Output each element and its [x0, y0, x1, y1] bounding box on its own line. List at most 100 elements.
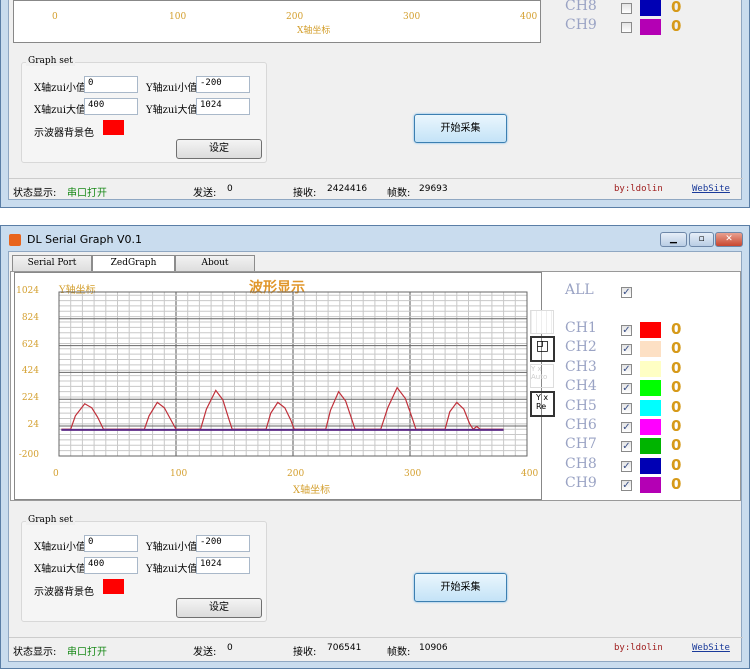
graph-set-legend: Graph set: [26, 515, 75, 525]
top-x-tick-label: 300: [403, 12, 421, 22]
minimize-button[interactable]: ▁: [660, 232, 687, 247]
status-value: 串口打开: [67, 188, 107, 199]
send-label: 发送:: [193, 647, 217, 658]
tab-serial-port[interactable]: Serial Port: [12, 255, 92, 271]
graph-set-legend: Graph set: [26, 56, 75, 66]
channel-checkbox[interactable]: ✓: [621, 441, 632, 453]
app-icon: [9, 234, 21, 246]
y-min-input[interactable]: -200: [196, 535, 250, 552]
channel-color-swatch[interactable]: [640, 322, 661, 338]
channel-label-ch2: CH2: [565, 339, 597, 356]
y-tick-label: 24: [27, 419, 39, 430]
y-max-label: Y轴zui大值: [146, 105, 198, 116]
close-button[interactable]: ✕: [715, 232, 743, 247]
channel-color-swatch[interactable]: [640, 399, 661, 416]
graph-set-group: Graph set X轴zui小值 0 Y轴zui小值 -200 X轴zui大值…: [21, 56, 267, 163]
grid-toggle-icon[interactable]: [530, 310, 554, 334]
channel-color-swatch[interactable]: [640, 419, 661, 435]
channel-label-ch1: CH1: [565, 320, 597, 336]
channel-color-swatch[interactable]: [640, 438, 661, 455]
y-tick-label: 424: [21, 366, 39, 377]
frames-label: 帧数:: [387, 647, 411, 658]
recv-count: 706541: [327, 643, 362, 653]
recv-count: 2424416: [327, 184, 368, 194]
channel-checkbox[interactable]: ✓: [621, 460, 632, 472]
x-tick-label: 400: [521, 469, 539, 479]
channel-checkbox[interactable]: ✓: [621, 325, 632, 336]
plot-area: [58, 291, 528, 457]
all-checkbox[interactable]: ✓: [621, 287, 632, 298]
set-button[interactable]: 设定: [176, 598, 262, 618]
send-label: 发送:: [193, 188, 217, 199]
channel-value: 0: [671, 358, 682, 377]
zoom-icon[interactable]: ◰: [530, 336, 555, 362]
channel-value: 0: [671, 475, 682, 494]
start-capture-button[interactable]: 开始采集: [414, 114, 507, 143]
reset-icon[interactable]: Y x Re: [530, 391, 555, 417]
channel-value: 0: [671, 17, 682, 36]
channel-value: 0: [671, 320, 682, 338]
channel-checkbox[interactable]: ✓: [621, 402, 632, 414]
top-x-tick-label: 200: [286, 12, 304, 22]
auto-scale-icon[interactable]: Y x Auto: [530, 364, 554, 388]
y-max-label: Y轴zui大值: [146, 564, 198, 575]
x-max-input[interactable]: 400: [84, 98, 138, 115]
x-min-label: X轴zui小值: [34, 83, 87, 94]
channel-label-ch9: CH9: [565, 17, 597, 34]
channel-color-swatch[interactable]: [640, 0, 661, 16]
channel-checkbox[interactable]: ✓: [621, 383, 632, 395]
channel-label-ch3: CH3: [565, 358, 597, 375]
maximize-button[interactable]: ▫: [689, 232, 714, 247]
channel-checkbox[interactable]: ✓: [621, 422, 632, 433]
status-bar: 状态显示: 串口打开 发送: 0 接收: 2424416 帧数: 29693 b…: [9, 178, 743, 200]
channel-color-swatch[interactable]: [640, 360, 661, 377]
channel-color-swatch[interactable]: [640, 477, 661, 494]
recv-label: 接收:: [293, 188, 317, 199]
channel-color-swatch[interactable]: [640, 341, 661, 358]
channel-value: 0: [671, 436, 682, 455]
website-link[interactable]: WebSite: [692, 643, 730, 653]
y-max-input[interactable]: 1024: [196, 98, 250, 115]
x-max-label: X轴zui大值: [34, 564, 87, 575]
channel-checkbox[interactable]: ✓: [621, 480, 632, 492]
channel-value: 0: [671, 339, 682, 358]
x-tick-label: 0: [53, 469, 59, 479]
website-link[interactable]: WebSite: [692, 184, 730, 194]
y-max-input[interactable]: 1024: [196, 557, 250, 574]
channel-color-swatch[interactable]: [640, 380, 661, 397]
channel-checkbox[interactable]: ✓: [621, 363, 632, 375]
status-label: 状态显示:: [13, 188, 57, 199]
channel-color-swatch[interactable]: [640, 19, 661, 36]
bg-color-swatch[interactable]: [103, 579, 124, 594]
y-tick-label: -200: [18, 450, 39, 460]
x-max-label: X轴zui大值: [34, 105, 87, 116]
author-label: by:ldolin: [614, 643, 663, 653]
channel-checkbox[interactable]: [621, 3, 632, 14]
channel-checkbox[interactable]: [621, 22, 632, 34]
channel-color-swatch[interactable]: [640, 457, 661, 474]
channel-value: 0: [671, 397, 682, 416]
channel-checkbox[interactable]: ✓: [621, 344, 632, 356]
x-max-input[interactable]: 400: [84, 557, 138, 574]
channel-value: 0: [671, 0, 682, 16]
tab-about[interactable]: About: [175, 255, 255, 271]
send-count: 0: [227, 643, 233, 653]
client-area: Serial Port ZedGraph About 波形显示 Y轴坐标 X轴坐…: [8, 251, 743, 662]
channel-label-ch6: CH6: [565, 417, 597, 433]
start-capture-button[interactable]: 开始采集: [414, 573, 507, 602]
y-min-input[interactable]: -200: [196, 76, 250, 93]
x-min-input[interactable]: 0: [84, 76, 138, 93]
channel-value: 0: [671, 378, 682, 397]
frames-label: 帧数:: [387, 188, 411, 199]
recv-label: 接收:: [293, 647, 317, 658]
author-label: by:ldolin: [614, 184, 663, 194]
graph-set-group: Graph set X轴zui小值 0 Y轴zui小值 -200 X轴zui大值…: [21, 515, 267, 622]
channel-label-ch9: CH9: [565, 475, 597, 492]
y-tick-label: 224: [21, 393, 39, 404]
status-value: 串口打开: [67, 647, 107, 658]
set-button[interactable]: 设定: [176, 139, 262, 159]
top-chart: 0 100 200 300 400 X轴坐标: [13, 0, 541, 43]
bg-color-swatch[interactable]: [103, 120, 124, 135]
all-label: ALL: [565, 282, 594, 298]
x-min-input[interactable]: 0: [84, 535, 138, 552]
